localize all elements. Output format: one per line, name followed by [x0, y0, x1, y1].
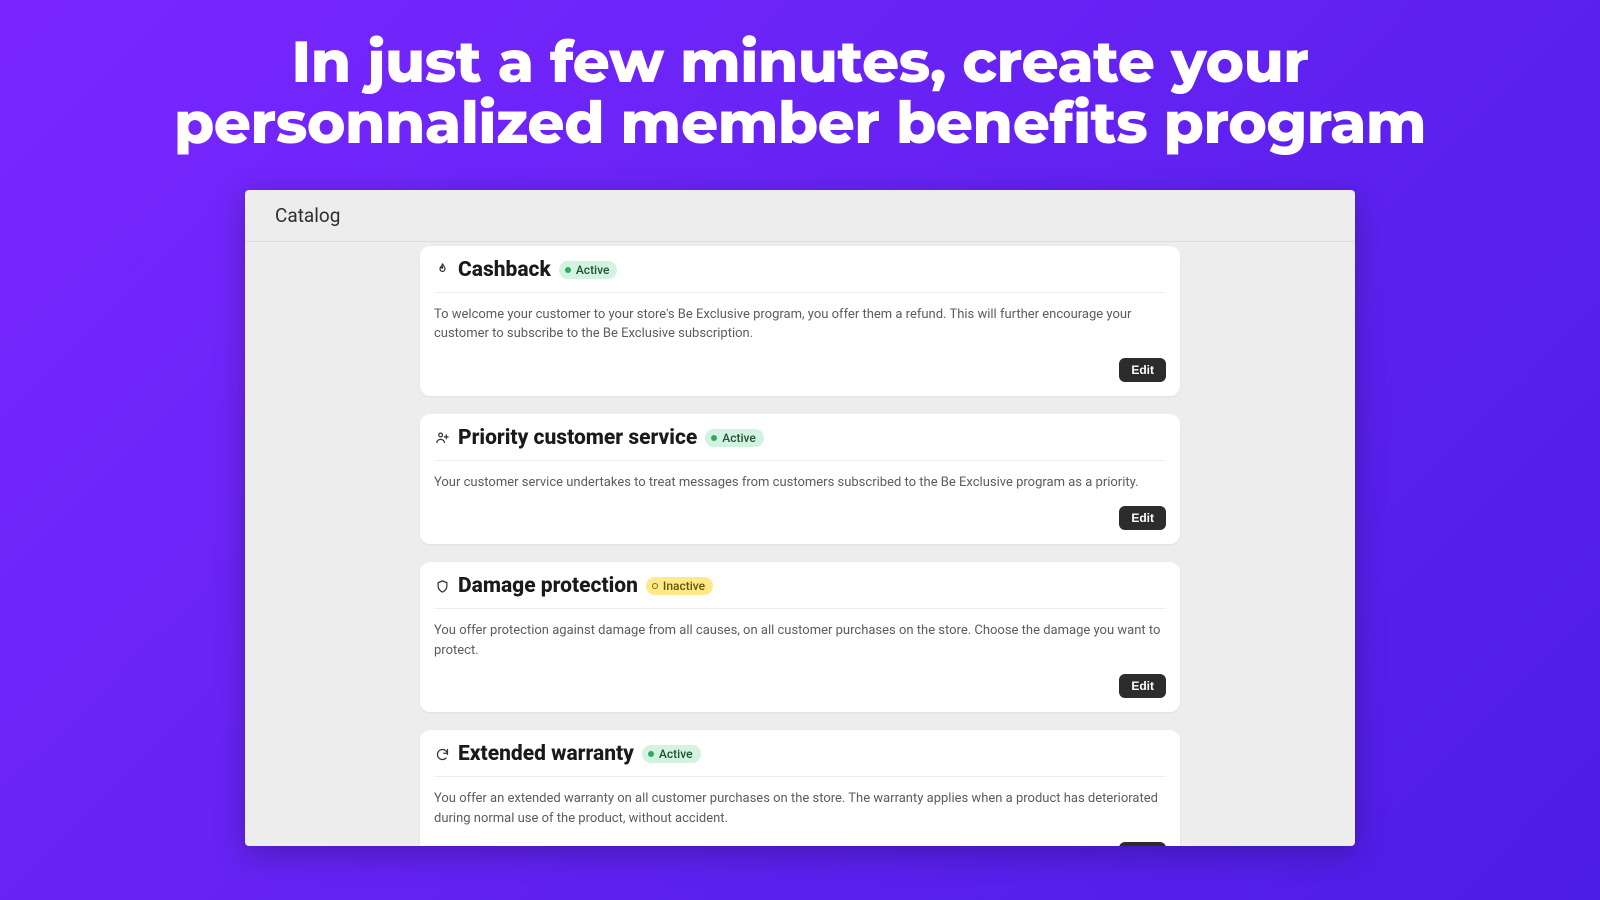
status-dot-icon	[648, 751, 654, 757]
status-label: Active	[722, 431, 756, 445]
app-header: Catalog	[245, 190, 1355, 242]
card-header: Extended warranty Active	[434, 742, 1166, 777]
card-description: To welcome your customer to your store's…	[434, 293, 1166, 352]
card-actions: Edit	[434, 842, 1166, 846]
edit-button[interactable]: Edit	[1119, 842, 1166, 846]
flame-icon	[434, 262, 450, 278]
status-label: Active	[576, 263, 610, 277]
benefit-card-priority-service: Priority customer service Active Your cu…	[420, 414, 1180, 545]
card-description: You offer an extended warranty on all cu…	[434, 777, 1166, 836]
refresh-icon	[434, 746, 450, 762]
card-header: Priority customer service Active	[434, 426, 1166, 461]
card-title: Priority customer service	[458, 426, 697, 450]
status-label: Inactive	[663, 579, 705, 593]
card-title: Damage protection	[458, 574, 638, 598]
hero-title-line2: personnalized member benefits program	[174, 87, 1426, 158]
card-actions: Edit	[434, 506, 1166, 530]
benefit-card-extended-warranty: Extended warranty Active You offer an ex…	[420, 730, 1180, 846]
card-actions: Edit	[434, 358, 1166, 382]
card-description: Your customer service undertakes to trea…	[434, 461, 1166, 501]
card-actions: Edit	[434, 674, 1166, 698]
status-dot-icon	[565, 267, 571, 273]
status-badge: Active	[642, 745, 701, 763]
status-badge: Active	[559, 261, 618, 279]
card-header: Damage protection Inactive	[434, 574, 1166, 609]
benefit-card-cashback: Cashback Active To welcome your customer…	[420, 246, 1180, 396]
benefit-card-damage-protection: Damage protection Inactive You offer pro…	[420, 562, 1180, 712]
status-badge: Inactive	[646, 577, 713, 595]
card-description: You offer protection against damage from…	[434, 609, 1166, 668]
card-header: Cashback Active	[434, 258, 1166, 293]
card-title: Cashback	[458, 258, 551, 282]
hero-title: In just a few minutes, create your perso…	[174, 32, 1426, 154]
edit-button[interactable]: Edit	[1119, 358, 1166, 382]
status-dot-icon	[711, 435, 717, 441]
app-body[interactable]: Cashback Active To welcome your customer…	[245, 242, 1355, 846]
status-dot-icon	[652, 583, 658, 589]
user-plus-icon	[434, 430, 450, 446]
card-title: Extended warranty	[458, 742, 634, 766]
status-badge: Active	[705, 429, 764, 447]
app-window: Catalog Cashback Active To welcome your …	[245, 190, 1355, 846]
edit-button[interactable]: Edit	[1119, 674, 1166, 698]
edit-button[interactable]: Edit	[1119, 506, 1166, 530]
shield-icon	[434, 578, 450, 594]
page-title: Catalog	[275, 204, 340, 227]
status-label: Active	[659, 747, 693, 761]
